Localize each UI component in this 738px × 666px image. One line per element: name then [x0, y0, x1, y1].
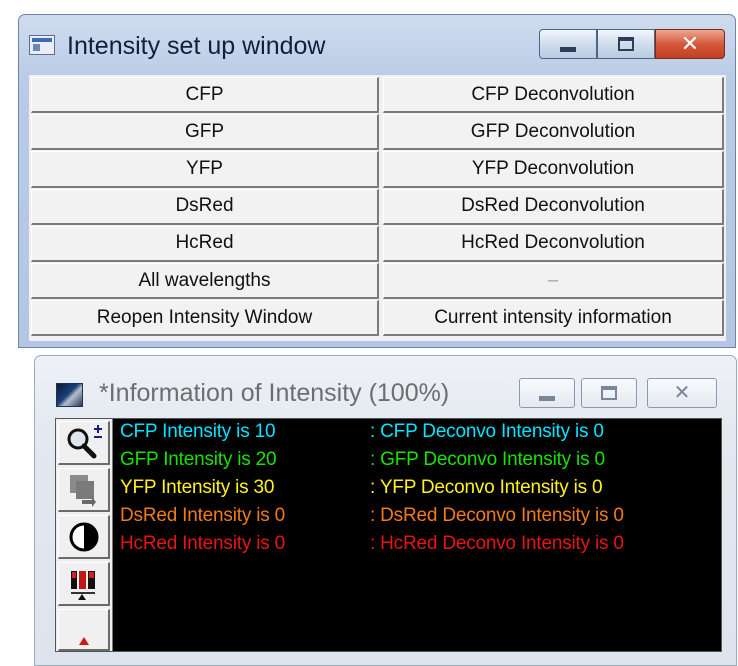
- minimize-icon: [560, 46, 576, 52]
- channels-icon: [70, 570, 95, 600]
- hcred-intensity-text: HcRed Intensity is 0: [120, 533, 285, 554]
- maximize-button[interactable]: [597, 29, 655, 59]
- hcred-deconvolution-button[interactable]: HcRed Deconvolution: [383, 225, 724, 262]
- cfp-intensity-text: CFP Intensity is 10: [120, 421, 276, 442]
- info-window-title: *Information of Intensity (100%): [99, 379, 450, 407]
- close-icon: ✕: [673, 382, 691, 404]
- current-intensity-information-button[interactable]: Current intensity information: [383, 300, 724, 337]
- image-app-icon: [56, 383, 83, 407]
- hcred-deconvo-intensity-text: : HcRed Deconvo Intensity is 0: [370, 533, 624, 554]
- layers-tool-button[interactable]: [58, 468, 110, 512]
- cfp-deconvo-intensity-text: : CFP Deconvo Intensity is 0: [370, 421, 604, 442]
- info-window-client: CFP Intensity is 10 : CFP Deconvo Intens…: [55, 418, 722, 652]
- vertical-toolbar: [56, 419, 113, 651]
- minimize-icon: [539, 395, 555, 401]
- yfp-button[interactable]: YFP: [31, 151, 379, 188]
- window-app-icon: [29, 35, 55, 55]
- close-button[interactable]: ✕: [655, 29, 725, 59]
- dsred-deconvo-intensity-text: : DsRed Deconvo Intensity is 0: [370, 505, 624, 526]
- yfp-intensity-text: YFP Intensity is 30: [120, 477, 275, 498]
- cfp-deconvolution-button[interactable]: CFP Deconvolution: [383, 77, 724, 114]
- yfp-deconvo-intensity-text: : YFP Deconvo Intensity is 0: [370, 477, 603, 498]
- contrast-icon: [69, 522, 98, 551]
- intensity-setup-window: Intensity set up window ✕ CFP CFP Deconv…: [18, 14, 736, 348]
- gfp-intensity-text: GFP Intensity is 20: [120, 449, 277, 470]
- window-controls: ✕: [539, 29, 727, 61]
- layers-icon: [69, 474, 96, 507]
- marker-tool-button[interactable]: [58, 609, 110, 651]
- dsred-deconvolution-button[interactable]: DsRed Deconvolution: [383, 188, 724, 225]
- zoom-icon: [67, 424, 102, 458]
- all-wavelengths-button[interactable]: All wavelengths: [31, 262, 379, 300]
- setup-window-client: CFP CFP Deconvolution GFP GFP Deconvolut…: [29, 75, 726, 341]
- close-icon: ✕: [680, 31, 700, 56]
- zoom-tool-button[interactable]: [58, 421, 110, 465]
- dsred-intensity-text: DsRed Intensity is 0: [120, 505, 285, 526]
- dsred-button[interactable]: DsRed: [31, 188, 379, 225]
- info-window-controls: ✕: [519, 378, 719, 412]
- setup-window-titlebar[interactable]: Intensity set up window ✕: [19, 15, 735, 73]
- gfp-deconvolution-button[interactable]: GFP Deconvolution: [383, 114, 724, 151]
- yfp-deconvolution-button[interactable]: YFP Deconvolution: [383, 151, 724, 188]
- channel-button-grid: CFP CFP Deconvolution GFP GFP Deconvolut…: [31, 77, 724, 337]
- setup-window-title: Intensity set up window: [67, 32, 326, 60]
- contrast-tool-button[interactable]: [58, 515, 110, 559]
- reopen-intensity-window-button[interactable]: Reopen Intensity Window: [31, 300, 379, 337]
- cfp-button[interactable]: CFP: [31, 77, 379, 114]
- info-minimize-button[interactable]: [519, 378, 575, 408]
- maximize-icon: [618, 37, 634, 51]
- info-maximize-button[interactable]: [581, 378, 637, 408]
- information-of-intensity-window: *Information of Intensity (100%) ✕ CFP I…: [34, 355, 737, 666]
- gfp-button[interactable]: GFP: [31, 114, 379, 151]
- minimize-button[interactable]: [539, 29, 597, 59]
- hcred-button[interactable]: HcRed: [31, 225, 379, 262]
- disabled-button: –: [383, 262, 724, 300]
- info-close-button[interactable]: ✕: [647, 378, 717, 408]
- gfp-deconvo-intensity-text: : GFP Deconvo Intensity is 0: [370, 449, 605, 470]
- channels-tool-button[interactable]: [58, 562, 110, 606]
- marker-icon: [78, 636, 89, 645]
- maximize-icon: [601, 386, 617, 400]
